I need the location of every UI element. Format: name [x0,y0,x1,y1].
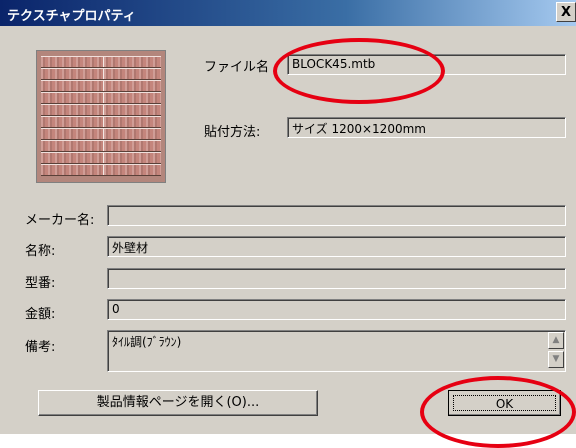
close-icon: X [560,5,572,20]
paste-method-field: サイズ 1200×1200mm [287,117,566,138]
scroll-up-arrow-icon[interactable]: ▲ [548,332,564,349]
scroll-down-arrow-icon[interactable]: ▼ [548,351,564,368]
brick-row [41,92,161,104]
maker-name-field[interactable] [107,205,566,226]
brick-row [41,68,161,80]
window-title: テクスチャプロパティ [7,9,136,24]
remarks-text: ﾀｲﾙ調(ﾌﾞﾗｳﾝ) [112,335,182,349]
paste-method-label: 貼付方法: [204,125,261,140]
title-bar: テクスチャプロパティ X [0,0,576,26]
price-field[interactable]: 0 [107,299,566,320]
maker-name-label: メーカー名: [25,213,95,228]
brick-row [41,116,161,128]
brick-row [41,128,161,140]
brick-row [41,104,161,116]
product-name-label: 名称: [25,244,56,259]
brick-row [41,140,161,152]
remarks-label: 備考: [25,340,56,355]
brick-row [41,80,161,92]
model-number-field[interactable] [107,268,566,289]
model-number-label: 型番: [25,276,56,291]
product-name-field[interactable]: 外壁材 [107,236,566,257]
close-button[interactable]: X [556,2,576,22]
remarks-field[interactable]: ﾀｲﾙ調(ﾌﾞﾗｳﾝ) [107,330,566,372]
texture-preview-image [36,50,166,183]
annotation-circle-filename [273,38,445,104]
brick-row [41,56,161,68]
price-label: 金額: [25,307,56,322]
brick-row [41,152,161,164]
open-product-page-button[interactable]: 製品情報ページを開く(O)... [38,390,318,416]
annotation-circle-ok [420,376,576,448]
file-name-label: ファイル名 [204,60,270,75]
brick-row [41,164,161,176]
texture-properties-dialog: テクスチャプロパティ X ファイル名 BLOCK45.mtb 貼付方法: サイズ… [0,0,576,448]
